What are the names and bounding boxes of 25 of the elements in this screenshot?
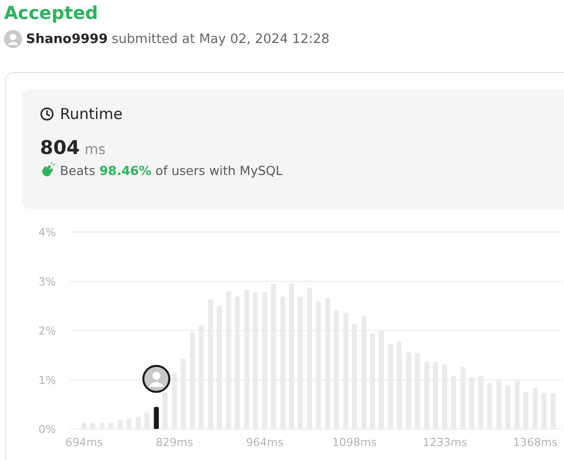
axis-label: 1368ms: [513, 436, 558, 449]
status-title: Accepted: [4, 2, 100, 26]
runtime-value: 804: [40, 137, 80, 159]
axis-label: 1098ms: [332, 436, 377, 449]
avatar-icon: [4, 30, 22, 48]
axis-label: 3%: [38, 275, 56, 288]
beats-description: of users with MySQL: [155, 162, 283, 178]
clapping-hands-icon: [40, 162, 56, 178]
beats-label: Beats: [60, 162, 96, 178]
axis-label: 1233ms: [422, 436, 468, 449]
submission-time: submitted at May 02, 2024 12:28: [112, 32, 330, 46]
beats-percentage: 98.46%: [99, 162, 152, 178]
avatar-icon: [142, 364, 170, 393]
axis-label: 964ms: [246, 436, 284, 449]
axis-label: 829ms: [156, 436, 194, 449]
axis-label: 2%: [38, 324, 56, 338]
axis-label: 694ms: [65, 436, 103, 449]
bar: [154, 406, 159, 429]
axis-label: 1%: [38, 374, 56, 387]
username-link[interactable]: Shano9999: [26, 32, 108, 46]
runtime-unit: ms: [84, 142, 106, 158]
axis-label: 4%: [38, 226, 56, 239]
clock-icon: [40, 107, 54, 121]
runtime-title: Runtime: [60, 105, 123, 123]
axis-label: 0%: [38, 423, 56, 436]
